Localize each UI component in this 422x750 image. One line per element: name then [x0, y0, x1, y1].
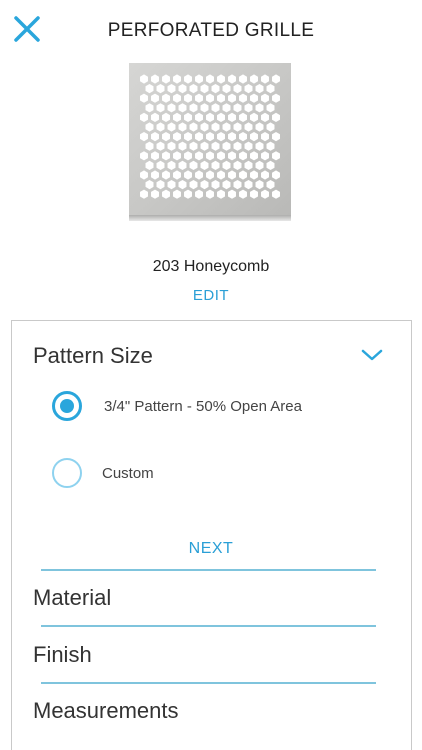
product-name: 203 Honeycomb — [152, 258, 270, 275]
radio-option-custom[interactable]: Custom — [52, 456, 154, 490]
next-button[interactable]: NEXT — [0, 540, 422, 558]
radio-option-3-4-pattern[interactable]: 3/4" Pattern - 50% Open Area — [52, 389, 302, 423]
section-finish[interactable]: Finish — [33, 642, 92, 668]
divider — [41, 569, 376, 571]
section-measurements[interactable]: Measurements — [33, 698, 179, 724]
radio-selected-icon[interactable] — [52, 391, 82, 421]
divider — [41, 682, 376, 684]
radio-unselected-icon[interactable] — [52, 458, 82, 488]
edit-link[interactable]: EDIT — [0, 287, 422, 304]
page-title: PERFORATED GRILLE — [107, 20, 315, 41]
honeycomb-grille-image — [129, 63, 291, 221]
pattern-size-header[interactable]: Pattern Size — [33, 343, 153, 369]
chevron-down-icon[interactable] — [360, 345, 384, 365]
divider — [41, 625, 376, 627]
radio-label: Custom — [102, 464, 154, 482]
screen: PERFORATED GRILLE 203 Honeycomb EDIT Pat… — [0, 0, 422, 750]
radio-label: 3/4" Pattern - 50% Open Area — [104, 397, 302, 415]
section-material[interactable]: Material — [33, 585, 111, 611]
config-card — [11, 320, 412, 750]
